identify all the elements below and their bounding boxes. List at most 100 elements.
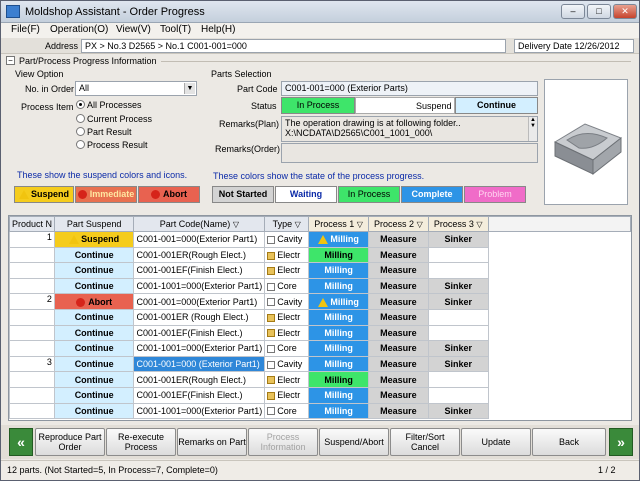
process-information-button[interactable]: Process Information: [248, 428, 318, 456]
part-suspend-cell[interactable]: Continue: [53, 355, 135, 373]
process-3-cell[interactable]: [427, 262, 489, 279]
radio-part-result[interactable]: [76, 127, 85, 136]
part-suspend-cell[interactable]: Continue: [53, 262, 135, 279]
part-suspend-cell[interactable]: Continue: [53, 340, 135, 357]
process-3-cell[interactable]: [427, 246, 489, 264]
process-3-cell[interactable]: Sinker: [427, 355, 489, 373]
process-1-cell[interactable]: Milling: [308, 293, 369, 310]
process-1-cell[interactable]: Milling: [308, 340, 369, 357]
process-2-cell[interactable]: Measure: [368, 402, 429, 420]
part-suspend-cell[interactable]: Suspend: [53, 231, 135, 248]
filter-icon[interactable]: ▽: [476, 220, 482, 229]
col-process-1[interactable]: Process 1 ▽: [308, 216, 369, 232]
process-3-cell[interactable]: [427, 308, 489, 326]
menu-file[interactable]: File(F): [11, 24, 40, 35]
process-1-cell[interactable]: Milling: [308, 231, 369, 248]
re-execute-process-button[interactable]: Re-execute Process: [106, 428, 176, 456]
part-code-cell[interactable]: C001-1001=000(Exterior Part1): [133, 340, 266, 357]
part-code-cell[interactable]: C001-001ER(Rough Elect.): [133, 371, 266, 388]
table-row[interactable]: Continue C001-001ER(Rough Elect.) Electr Mi…: [9, 371, 631, 388]
process-2-cell[interactable]: Measure: [368, 262, 429, 279]
table-row[interactable]: Continue C001-001EF(Finish Elect.) Electr M…: [9, 262, 631, 279]
filter-icon[interactable]: ▽: [295, 220, 301, 229]
part-code-cell[interactable]: C001-001EF(Finish Elect.): [133, 262, 266, 279]
table-row[interactable]: 2 Abort C001-001=000(Exterior Part1) Cavity…: [9, 293, 631, 310]
col-type[interactable]: Type ▽: [264, 216, 310, 232]
suspend-abort-button[interactable]: Suspend/Abort: [319, 428, 389, 456]
filter-sort-cancel-button[interactable]: Filter/Sort Cancel: [390, 428, 460, 456]
process-3-cell[interactable]: Sinker: [427, 293, 489, 310]
process-2-cell[interactable]: Measure: [368, 340, 429, 357]
process-2-cell[interactable]: Measure: [368, 355, 429, 373]
part-code-cell[interactable]: C001-001=000(Exterior Part1): [133, 293, 266, 310]
process-3-cell[interactable]: Sinker: [427, 402, 489, 420]
maximize-button[interactable]: □: [587, 4, 611, 19]
process-1-cell[interactable]: Milling: [308, 246, 369, 264]
menu-view[interactable]: View(V): [116, 24, 151, 35]
filter-icon[interactable]: ▽: [357, 220, 363, 229]
process-2-cell[interactable]: Measure: [368, 246, 429, 264]
table-row[interactable]: Continue C001-001EF(Finish Elect.) Electr M…: [9, 324, 631, 342]
process-1-cell[interactable]: Milling: [308, 277, 369, 295]
table-row[interactable]: Continue C001-1001=000(Exterior Part1) Cor…: [9, 340, 631, 357]
part-suspend-cell[interactable]: Continue: [53, 308, 135, 326]
remarks-on-part-button[interactable]: Remarks on Part: [177, 428, 247, 456]
back-button[interactable]: Back: [532, 428, 606, 456]
process-2-cell[interactable]: Measure: [368, 231, 429, 248]
part-suspend-cell[interactable]: Continue: [53, 324, 135, 342]
filter-icon[interactable]: ▽: [417, 220, 423, 229]
radio-current-process[interactable]: [76, 114, 85, 123]
menu-operation[interactable]: Operation(O): [50, 24, 108, 35]
col-product-number[interactable]: Product N: [9, 216, 55, 232]
table-row[interactable]: Continue C001-1001=000(Exterior Part1) Cor…: [9, 402, 631, 420]
process-3-cell[interactable]: Sinker: [427, 340, 489, 357]
process-2-cell[interactable]: Measure: [368, 386, 429, 404]
part-code-cell[interactable]: C001-001EF(Finish Elect.): [133, 386, 266, 404]
process-2-cell[interactable]: Measure: [368, 371, 429, 388]
remarks-scrollbar[interactable]: ▲ ▼: [528, 117, 537, 141]
radio-all-processes[interactable]: [76, 100, 85, 109]
process-1-cell[interactable]: Milling: [308, 371, 369, 388]
table-row[interactable]: 1 Suspend C001-001=000(Exterior Part1) Cavi…: [9, 231, 631, 248]
part-code-cell[interactable]: C001-1001=000(Exterior Part1): [133, 277, 266, 295]
process-3-cell[interactable]: [427, 324, 489, 342]
table-row[interactable]: Continue C001-1001=000(Exterior Part1) Cor…: [9, 277, 631, 295]
table-row[interactable]: Continue C001-001ER(Rough Elect.) Electr Mi…: [9, 246, 631, 264]
collapse-toggle-icon[interactable]: −: [6, 56, 15, 65]
next-page-button[interactable]: »: [609, 428, 633, 456]
part-suspend-cell[interactable]: Continue: [53, 402, 135, 420]
menu-tool[interactable]: Tool(T): [160, 24, 191, 35]
table-row[interactable]: 3 Continue C001-001=000 (Exterior Part1) Ca…: [9, 355, 631, 373]
process-1-cell[interactable]: Milling: [308, 262, 369, 279]
radio-process-result[interactable]: [76, 140, 85, 149]
col-process-2[interactable]: Process 2 ▽: [368, 216, 429, 232]
process-2-cell[interactable]: Measure: [368, 324, 429, 342]
menu-help[interactable]: Help(H): [201, 24, 235, 35]
close-button[interactable]: ✕: [613, 4, 637, 19]
process-3-cell[interactable]: [427, 386, 489, 404]
process-3-cell[interactable]: [427, 371, 489, 388]
minimize-button[interactable]: –: [561, 4, 585, 19]
part-code-cell[interactable]: C001-001=000 (Exterior Part1): [133, 355, 266, 373]
process-1-cell[interactable]: Milling: [308, 386, 369, 404]
reproduce-part-order-button[interactable]: Reproduce Part Order: [35, 428, 105, 456]
process-1-cell[interactable]: Milling: [308, 324, 369, 342]
table-row[interactable]: Continue C001-001EF(Finish Elect.) Electr M…: [9, 386, 631, 404]
col-process-3[interactable]: Process 3 ▽: [427, 216, 489, 232]
filter-icon[interactable]: ▽: [233, 220, 239, 229]
process-1-cell[interactable]: Milling: [308, 355, 369, 373]
part-suspend-cell[interactable]: Continue: [53, 246, 135, 264]
part-code-cell[interactable]: C001-001=000(Exterior Part1): [133, 231, 266, 248]
process-2-cell[interactable]: Measure: [368, 277, 429, 295]
table-row[interactable]: Continue C001-001ER (Rough Elect.) Electr M…: [9, 308, 631, 326]
part-suspend-cell[interactable]: Abort: [53, 293, 135, 310]
part-suspend-cell[interactable]: Continue: [53, 277, 135, 295]
part-suspend-cell[interactable]: Continue: [53, 386, 135, 404]
process-1-cell[interactable]: Milling: [308, 402, 369, 420]
process-2-cell[interactable]: Measure: [368, 293, 429, 310]
update-button[interactable]: Update: [461, 428, 531, 456]
part-suspend-cell[interactable]: Continue: [53, 371, 135, 388]
address-path[interactable]: PX > No.3 D2565 > No.1 C001-001=000: [81, 39, 506, 53]
part-code-cell[interactable]: C001-001ER (Rough Elect.): [133, 308, 266, 326]
col-part-suspend[interactable]: Part Suspend: [53, 216, 135, 232]
